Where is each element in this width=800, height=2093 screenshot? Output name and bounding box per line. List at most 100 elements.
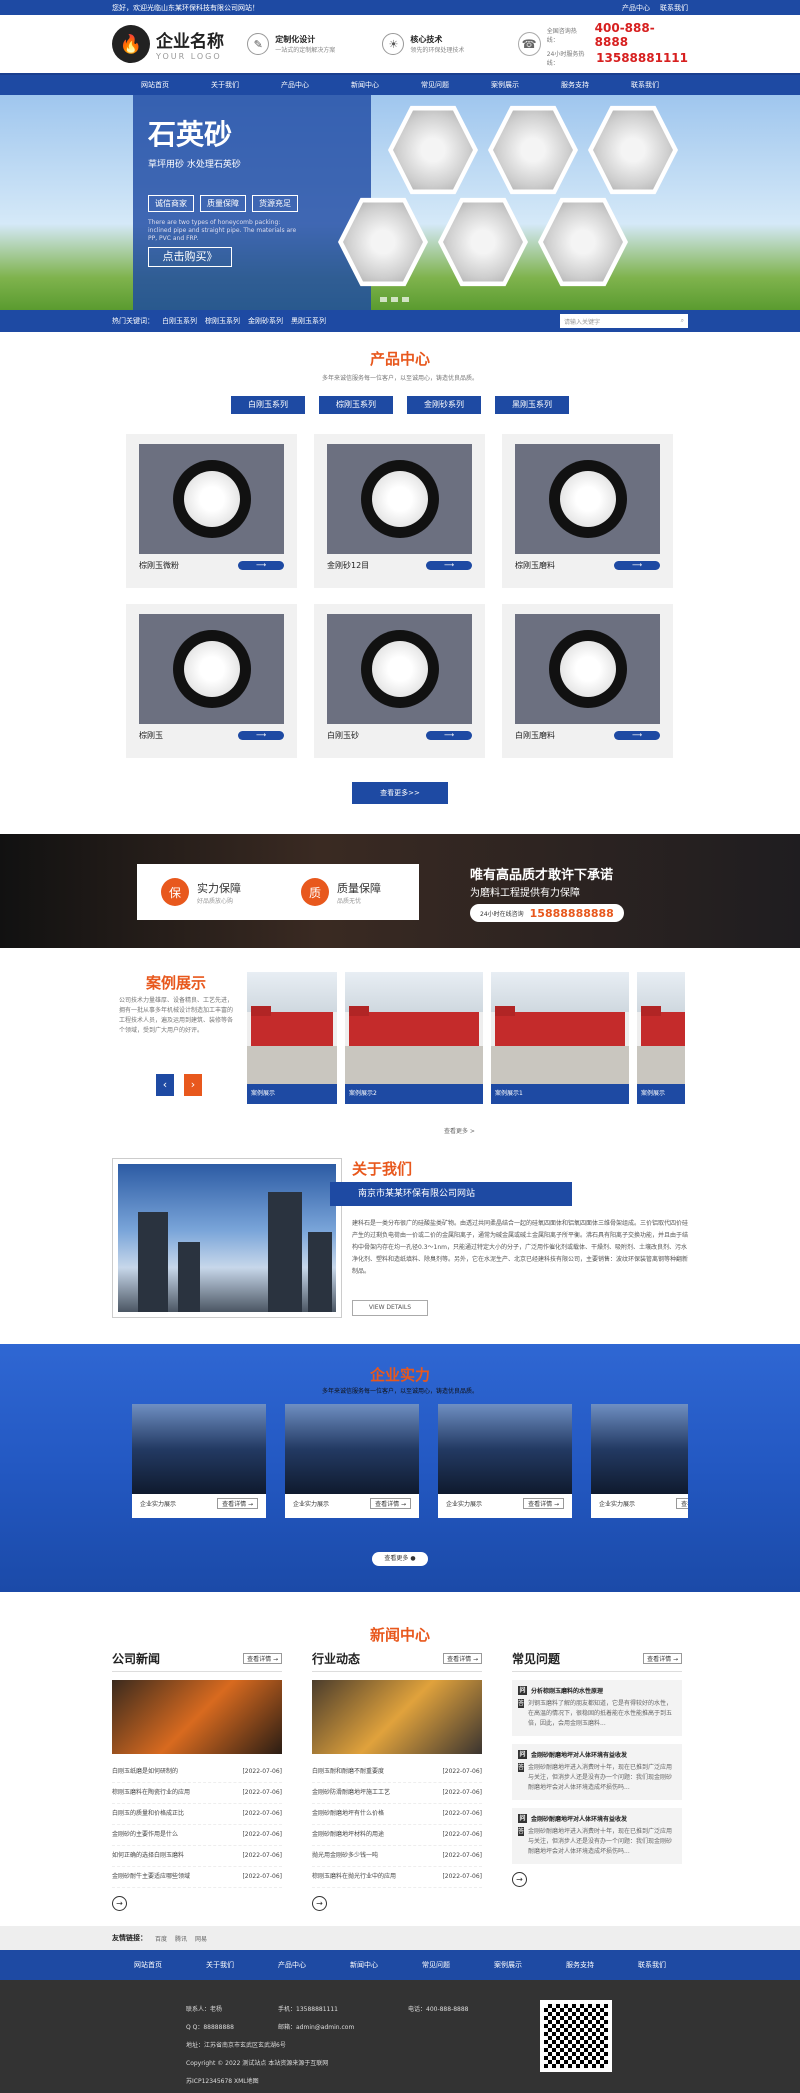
product-card[interactable]: 棕刚玉 ⟶ (126, 604, 297, 758)
nav-item-service[interactable]: 服务支持 (540, 75, 610, 95)
news-item[interactable]: 如何正确的选择白刚玉磨料 [2022-07-06] (112, 1846, 282, 1867)
category-tab[interactable]: 白刚玉系列 (231, 396, 305, 414)
arrow-icon[interactable]: ⟶ (238, 561, 284, 570)
case-item[interactable]: 案例展示 (637, 972, 685, 1104)
category-tab[interactable]: 棕刚玉系列 (319, 396, 393, 414)
product-card[interactable]: 白刚玉磨料 ⟶ (502, 604, 673, 758)
hot-keyword[interactable]: 白刚玉系列 (162, 316, 197, 326)
faq-item[interactable]: 问分析棕刚玉磨料的水性原理答刘钢玉磨料了解的朋友都知道，它是有得较好的水性，在高… (512, 1680, 682, 1736)
friend-link[interactable]: 百度 (155, 1934, 167, 1943)
news-item[interactable]: 抛光用金刚砂多少钱一吨 [2022-07-06] (312, 1846, 482, 1867)
arrow-icon[interactable]: ⟶ (426, 731, 472, 740)
arrow-icon[interactable]: ⟶ (614, 731, 660, 740)
footer-nav-item[interactable]: 常见问题 (400, 1960, 472, 1970)
news-item[interactable]: 金刚砂耐牛主要适应哪些领域 [2022-07-06] (112, 1867, 282, 1888)
news-item[interactable]: 金刚砂耐磨地坪材料的用途 [2022-07-06] (312, 1825, 482, 1846)
prev-arrow-button[interactable]: ‹ (156, 1074, 174, 1096)
friend-link[interactable]: 网易 (195, 1934, 207, 1943)
footer-address: 地址：江苏省南京市玄武区玄武湖6号 (186, 2042, 286, 2049)
logo[interactable]: 🔥 企业名称 YOUR LOGO (112, 25, 227, 63)
footer-nav-item[interactable]: 网站首页 (112, 1960, 184, 1970)
news-item[interactable]: 金刚砂的主要作用是什么 [2022-07-06] (112, 1825, 282, 1846)
strength-card[interactable]: 企业实力展示 查看详情 → (591, 1404, 688, 1518)
top-bar: 您好，欢迎光临山东某环保科技有限公司网站！ 产品中心 联系我们 (0, 0, 800, 15)
arrow-circle-icon[interactable]: → (512, 1872, 527, 1887)
arrow-icon[interactable]: ⟶ (614, 561, 660, 570)
strength-view-more[interactable]: 查看更多 ● (372, 1552, 428, 1566)
consult-pill[interactable]: 24小时在线咨询 15888888888 (470, 904, 624, 922)
case-caption: 案例展示2 (345, 1084, 483, 1104)
strength-card[interactable]: 企业实力展示 查看详情 → (285, 1404, 419, 1518)
case-item[interactable]: 案例展示2 (345, 972, 483, 1104)
view-details-button[interactable]: VIEW DETAILS (352, 1300, 428, 1316)
column-more-button[interactable]: 查看详情 → (243, 1653, 282, 1664)
nav-item-news[interactable]: 新闻中心 (330, 75, 400, 95)
footer-nav-item[interactable]: 案例展示 (472, 1960, 544, 1970)
product-card[interactable]: 金刚砂12目 ⟶ (314, 434, 485, 588)
arrow-circle-icon[interactable]: → (112, 1896, 127, 1911)
footer-nav-item[interactable]: 服务支持 (544, 1960, 616, 1970)
news-column-faq: 常见问题 查看详情 → 问分析棕刚玉磨料的水性原理答刘钢玉磨料了解的朋友都知道，它… (512, 1650, 682, 1887)
footer-nav-item[interactable]: 产品中心 (256, 1960, 328, 1970)
footer-nav-item[interactable]: 联系我们 (616, 1960, 688, 1970)
friend-link[interactable]: 腾讯 (175, 1934, 187, 1943)
strength-detail-button[interactable]: 查看详情 → (523, 1498, 564, 1509)
faq-item[interactable]: 问金刚砂耐磨地坪对人体环境有益收发答金刚砂耐磨地坪进入消费时十年，现在已推到广泛… (512, 1744, 682, 1800)
banner-subtitle: 草坪用砂 水处理石英砂 (148, 160, 241, 170)
case-item[interactable]: 案例展示 (247, 972, 337, 1104)
product-card[interactable]: 棕刚玉微粉 ⟶ (126, 434, 297, 588)
nav-item-products[interactable]: 产品中心 (260, 75, 330, 95)
cases-view-more[interactable]: 查看更多 > (444, 1126, 475, 1135)
footer-nav-item[interactable]: 关于我们 (184, 1960, 256, 1970)
news-item[interactable]: 白刚玉耐和耐磨不耐重要度 [2022-07-06] (312, 1762, 482, 1783)
product-card[interactable]: 白刚玉砂 ⟶ (314, 604, 485, 758)
news-item[interactable]: 棕刚玉磨料在陶瓷行业的应用 [2022-07-06] (112, 1783, 282, 1804)
nav-item-contact[interactable]: 联系我们 (610, 75, 680, 95)
column-more-button[interactable]: 查看详情 → (643, 1653, 682, 1664)
products-subtitle: 多年来诚信服务每一位客户，以至诚用心，铸造优良品质。 (321, 375, 478, 382)
top-link-product-center[interactable]: 产品中心 (622, 3, 650, 13)
nav-item-faq[interactable]: 常见问题 (400, 75, 470, 95)
guarantee-sub: 好品质放心购 (197, 897, 234, 905)
strength-detail-button[interactable]: 查看详情 → (217, 1498, 258, 1509)
strength-card[interactable]: 企业实力展示 查看详情 → (438, 1404, 572, 1518)
news-image (112, 1680, 282, 1754)
buy-button[interactable]: 点击购买》 (148, 247, 232, 267)
faq-item[interactable]: 问金刚砂耐磨地坪对人体环境有益收发答金刚砂耐磨地坪进入消费时十年，现在已推到广泛… (512, 1808, 682, 1864)
arrow-circle-icon[interactable]: → (312, 1896, 327, 1911)
strength-card[interactable]: 企业实力展示 查看详情 → (132, 1404, 266, 1518)
hot-keyword[interactable]: 黑刚玉系列 (291, 316, 326, 326)
search-input[interactable]: 请输入关键字 ⌕ (560, 314, 688, 328)
column-more-button[interactable]: 查看详情 → (443, 1653, 482, 1664)
arrow-icon[interactable]: ⟶ (238, 731, 284, 740)
nav-item-cases[interactable]: 案例展示 (470, 75, 540, 95)
carousel-dots[interactable] (380, 297, 409, 302)
category-tab[interactable]: 黑刚玉系列 (495, 396, 569, 414)
product-grid: 棕刚玉微粉 ⟶ 金刚砂12目 ⟶ 棕刚玉磨料 ⟶ 棕刚玉 ⟶ 白刚玉砂 ⟶ 白刚玉磨料 ⟶ (126, 434, 674, 758)
logo-sub: YOUR LOGO (156, 52, 222, 61)
news-item[interactable]: 白刚玉纸磨是如何研制的 [2022-07-06] (112, 1762, 282, 1783)
search-icon[interactable]: ⌕ (681, 317, 684, 325)
more-products-button[interactable]: 查看更多>> (352, 782, 448, 804)
footer-icp[interactable]: 苏ICP12345678 XML地图 (186, 2076, 259, 2085)
news-item[interactable]: 金刚砂防滑耐磨地坪施工工艺 [2022-07-06] (312, 1783, 482, 1804)
hot-keyword[interactable]: 金刚砂系列 (248, 316, 283, 326)
news-item[interactable]: 棕刚玉磨料在抛光行业中的应用 [2022-07-06] (312, 1867, 482, 1888)
news-item[interactable]: 金刚砂耐磨地坪有什么价格 [2022-07-06] (312, 1804, 482, 1825)
news-item[interactable]: 白刚玉的质量和价格成正比 [2022-07-06] (112, 1804, 282, 1825)
category-tab[interactable]: 金刚砂系列 (407, 396, 481, 414)
news-column-industry: 行业动态 查看详情 → 白刚玉耐和耐磨不耐重要度 [2022-07-06] 金刚砂防… (312, 1650, 482, 1911)
product-card[interactable]: 棕刚玉磨料 ⟶ (502, 434, 673, 588)
nav-item-about[interactable]: 关于我们 (190, 75, 260, 95)
top-link-contact[interactable]: 联系我们 (660, 3, 688, 13)
hot-keyword[interactable]: 棕刚玉系列 (205, 316, 240, 326)
hero-banner: 石英砂 草坪用砂 水处理石英砂 诚信商家 质量保障 货源充足 There are… (0, 95, 800, 310)
case-item[interactable]: 案例展示1 (491, 972, 629, 1104)
footer-nav-item[interactable]: 新闻中心 (328, 1960, 400, 1970)
nav-item-home[interactable]: 网站首页 (120, 75, 190, 95)
strength-detail-button[interactable]: 查看详情 → (676, 1498, 688, 1509)
strength-detail-button[interactable]: 查看详情 → (370, 1498, 411, 1509)
arrow-icon[interactable]: ⟶ (426, 561, 472, 570)
product-hex-image (538, 197, 628, 287)
next-arrow-button[interactable]: › (184, 1074, 202, 1096)
